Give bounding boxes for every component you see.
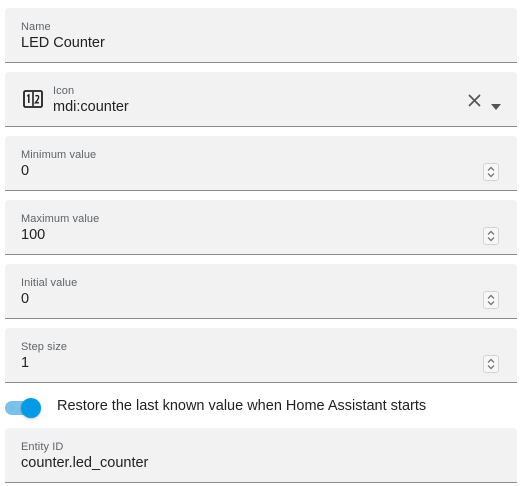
entity-id-label: Entity ID (21, 441, 64, 453)
dropdown-arrow-icon[interactable] (491, 97, 501, 110)
step-size-label: Step size (21, 341, 68, 353)
restore-toggle-label: Restore the last known value when Home A… (57, 398, 427, 414)
entity-id-input[interactable]: counter.led_counter (21, 455, 148, 471)
maximum-value-field[interactable]: Maximum value 100 (5, 200, 517, 255)
initial-value-input[interactable]: 0 (21, 291, 29, 307)
step-size-spinner[interactable] (483, 355, 499, 373)
icon-label: Icon (53, 85, 75, 97)
icon-field[interactable]: Icon mdi:counter (5, 72, 517, 127)
maximum-value-input[interactable]: 100 (21, 227, 45, 243)
restore-toggle-row: Restore the last known value when Home A… (5, 394, 517, 418)
maximum-value-label: Maximum value (21, 213, 100, 225)
restore-toggle-switch[interactable] (5, 397, 43, 418)
clear-icon[interactable] (468, 94, 481, 107)
minimum-value-label: Minimum value (21, 149, 97, 161)
step-size-field[interactable]: Step size 1 (5, 328, 517, 383)
minimum-value-input[interactable]: 0 (21, 163, 29, 179)
toggle-thumb (21, 398, 41, 418)
initial-value-field[interactable]: Initial value 0 (5, 264, 517, 319)
counter-icon (23, 89, 43, 109)
maximum-value-spinner[interactable] (483, 227, 499, 245)
name-label: Name (21, 21, 51, 33)
initial-value-spinner[interactable] (483, 291, 499, 309)
name-input[interactable]: LED Counter (21, 35, 105, 51)
counter-settings-form: Name LED Counter Icon mdi:counter Minimu… (0, 0, 523, 486)
initial-value-label: Initial value (21, 277, 78, 289)
minimum-value-spinner[interactable] (483, 163, 499, 181)
entity-id-field[interactable]: Entity ID counter.led_counter (5, 428, 517, 483)
icon-input[interactable]: mdi:counter (53, 99, 129, 115)
name-field[interactable]: Name LED Counter (5, 8, 517, 63)
step-size-input[interactable]: 1 (21, 355, 29, 371)
minimum-value-field[interactable]: Minimum value 0 (5, 136, 517, 191)
